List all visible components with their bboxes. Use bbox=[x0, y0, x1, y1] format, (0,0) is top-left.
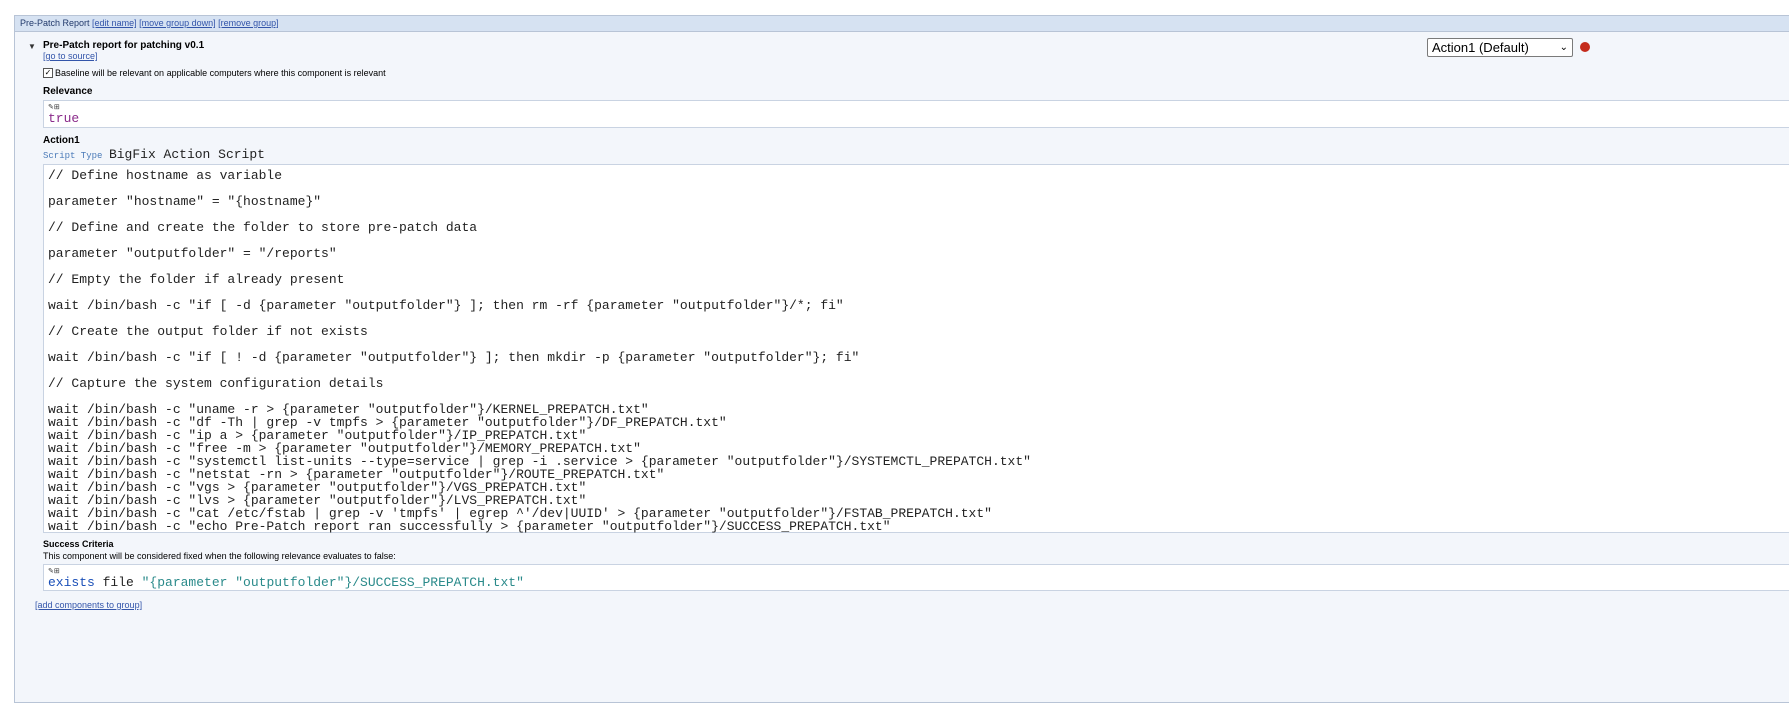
success-criteria-expression: exists file "{parameter "outputfolder"}/… bbox=[48, 576, 524, 589]
success-criteria-label: Success Criteria bbox=[43, 539, 114, 549]
triangle-down-icon[interactable]: ▼ bbox=[28, 42, 36, 51]
relevance-box[interactable]: ✎⊞ true bbox=[43, 100, 1789, 128]
script-type-value: BigFix Action Script bbox=[108, 147, 265, 162]
action-select[interactable]: Action1 (Default) ⌄ bbox=[1427, 38, 1573, 57]
group-header: Pre-Patch Report [edit name] [move group… bbox=[15, 16, 1789, 32]
move-group-down-link[interactable]: [move group down] bbox=[139, 18, 216, 28]
edit-icon[interactable]: ✎⊞ bbox=[48, 567, 60, 575]
script-line: parameter "outputfolder" = "/reports" bbox=[48, 246, 337, 261]
go-to-source-link[interactable]: [go to source] bbox=[43, 51, 98, 61]
component-panel: ▼ Pre-Patch report for patching v0.1 [go… bbox=[19, 36, 1789, 679]
action-select-value: Action1 (Default) bbox=[1432, 40, 1529, 55]
remove-group-link[interactable]: [remove group] bbox=[218, 18, 279, 28]
script-line: wait /bin/bash -c "echo Pre-Patch report… bbox=[48, 519, 891, 534]
success-criteria-note: This component will be considered fixed … bbox=[43, 551, 396, 561]
component-title: Pre-Patch report for patching v0.1 bbox=[43, 40, 205, 51]
baseline-option: ✓ Baseline will be relevant on applicabl… bbox=[43, 68, 386, 78]
relevance-expression: true bbox=[48, 111, 80, 126]
edit-icon[interactable]: ✎⊞ bbox=[48, 103, 60, 111]
success-criteria-box[interactable]: ✎⊞ exists file "{parameter "outputfolder… bbox=[43, 564, 1789, 591]
baseline-text: Baseline will be relevant on applicable … bbox=[55, 68, 386, 78]
script-line: // Define and create the folder to store… bbox=[48, 220, 478, 235]
group-title: Pre-Patch Report bbox=[20, 18, 90, 28]
group-panel: Pre-Patch Report [edit name] [move group… bbox=[14, 15, 1789, 703]
exists-keyword: exists bbox=[48, 575, 95, 590]
action-label: Action1 bbox=[43, 135, 80, 146]
script-line: // Define hostname as variable bbox=[48, 168, 283, 183]
script-line: wait /bin/bash -c "if [ ! -d {parameter … bbox=[48, 350, 860, 365]
script-line: // Create the output folder if not exist… bbox=[48, 324, 368, 339]
action-script-box[interactable]: // Define hostname as variable parameter … bbox=[43, 164, 1789, 533]
file-keyword: file bbox=[94, 575, 142, 590]
script-line: // Capture the system configuration deta… bbox=[48, 376, 384, 391]
baseline-checkbox[interactable]: ✓ bbox=[43, 68, 53, 78]
script-line: // Empty the folder if already present bbox=[48, 272, 345, 287]
chevron-down-icon: ⌄ bbox=[1559, 42, 1568, 53]
script-type: Script Type BigFix Action Script bbox=[43, 147, 265, 162]
script-line: wait /bin/bash -c "if [ -d {parameter "o… bbox=[48, 298, 844, 313]
success-path-string: "{parameter "outputfolder"}/SUCCESS_PREP… bbox=[141, 575, 524, 590]
script-type-label: Script Type bbox=[43, 151, 103, 161]
script-line: parameter "hostname" = "{hostname}" bbox=[48, 194, 322, 209]
add-components-link[interactable]: [add components to group] bbox=[35, 600, 142, 610]
relevance-label: Relevance bbox=[43, 86, 93, 97]
delete-component-icon[interactable] bbox=[1580, 42, 1590, 52]
action-script-code: // Define hostname as variable parameter … bbox=[48, 169, 1031, 533]
edit-name-link[interactable]: [edit name] bbox=[92, 18, 137, 28]
